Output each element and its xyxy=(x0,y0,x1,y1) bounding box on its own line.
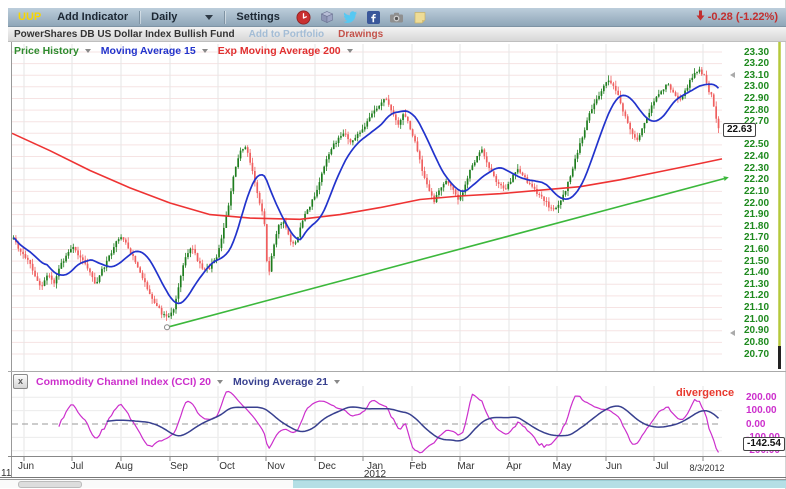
x-axis-month-label: Jan xyxy=(367,461,383,472)
axis-marker-icon xyxy=(730,72,735,78)
price-indicator-dropdown-label: Moving Average 15 xyxy=(101,45,196,57)
price-axis-label: 20.80 xyxy=(744,337,769,348)
price-axis-label: 21.20 xyxy=(744,290,769,301)
camera-icon[interactable] xyxy=(389,11,404,24)
price-axis-label: 21.00 xyxy=(744,314,769,325)
price-axis-label: 20.70 xyxy=(744,349,769,360)
notes-icon[interactable] xyxy=(413,10,427,24)
end-date-label: 8/3/2012 xyxy=(689,463,724,473)
chevron-down-icon xyxy=(217,380,223,384)
down-arrow-icon xyxy=(696,10,705,24)
panel-borders xyxy=(0,42,786,478)
price-indicator-dropdown[interactable]: Exp Moving Average 200 xyxy=(218,45,353,57)
cci-indicator-dropdown[interactable]: Commodity Channel Index (CCI) 20 xyxy=(36,376,223,388)
price-axis-label: 22.40 xyxy=(744,151,769,162)
symbol-info-bar: PowerShares DB US Dollar Index Bullish F… xyxy=(8,27,786,42)
x-axis-month-label: Jul xyxy=(656,461,669,472)
symbol-label[interactable]: UUP xyxy=(18,11,41,23)
price-axis-label: 21.10 xyxy=(744,302,769,313)
toolbar-icons xyxy=(296,10,427,25)
price-axis-label: 23.00 xyxy=(744,81,769,92)
cci-panel-header: x Commodity Channel Index (CCI) 20 Moving… xyxy=(13,374,350,389)
chevron-down-icon xyxy=(85,49,91,53)
x-axis-month-label: Sep xyxy=(170,461,188,472)
scrollbar-range[interactable] xyxy=(293,480,786,488)
price-axis-label: 21.60 xyxy=(744,244,769,255)
x-axis-month-label: Apr xyxy=(506,461,522,472)
price-axis-label: 21.30 xyxy=(744,279,769,290)
price-axis-label: 23.20 xyxy=(744,58,769,69)
price-change-text: -0.28 (-1.22%) xyxy=(708,11,778,23)
cube-icon[interactable] xyxy=(320,10,334,24)
price-axis-label: 23.30 xyxy=(744,47,769,58)
cci-indicator-dropdown[interactable]: Moving Average 21 xyxy=(233,376,340,388)
x-axis-month-label: Nov xyxy=(267,461,285,472)
x-axis-month-label: Feb xyxy=(409,461,426,472)
x-axis-month-label: Dec xyxy=(318,461,336,472)
price-axis-label: 21.70 xyxy=(744,232,769,243)
chart-canvas[interactable] xyxy=(0,42,786,479)
scrollbar-thumb[interactable] xyxy=(18,481,82,488)
cci-axis-label: 100.00 xyxy=(746,405,777,416)
gridlines xyxy=(12,44,722,461)
price-panel-header: Price History Moving Average 15 Exp Moving… xyxy=(14,45,363,57)
cci-indicator-dropdown-label: Commodity Channel Index (CCI) 20 xyxy=(36,376,211,388)
price-axis-label: 22.30 xyxy=(744,163,769,174)
x-axis-month-label: Jun xyxy=(606,461,622,472)
price-axis-label: 22.00 xyxy=(744,198,769,209)
cci-axis-label: 0.00 xyxy=(746,419,765,430)
twitter-icon[interactable] xyxy=(343,11,358,24)
chevron-down-icon[interactable] xyxy=(205,15,213,20)
time-scrollbar[interactable] xyxy=(0,479,786,488)
price-indicator-dropdown-label: Price History xyxy=(14,45,79,57)
drawings-link[interactable]: Drawings xyxy=(338,29,383,40)
main-toolbar: UUP Add Indicator Daily Settings -0.28 (… xyxy=(8,8,786,27)
cci-layer xyxy=(59,392,719,453)
price-axis-label: 22.90 xyxy=(744,93,769,104)
price-indicator-dropdown-label: Exp Moving Average 200 xyxy=(218,45,341,57)
cci-indicator-dropdown-label: Moving Average 21 xyxy=(233,376,328,388)
chevron-down-icon xyxy=(347,49,353,53)
price-axis-label: 21.80 xyxy=(744,221,769,232)
fund-name: PowerShares DB US Dollar Index Bullish F… xyxy=(14,29,235,40)
alerts-icon[interactable] xyxy=(296,10,311,25)
x-axis-month-label: May xyxy=(553,461,572,472)
overlay-lines xyxy=(12,84,722,303)
settings-button[interactable]: Settings xyxy=(236,11,279,23)
toolbar-separator xyxy=(224,11,225,24)
cci-axis-label: 200.00 xyxy=(746,392,777,403)
price-axis-label: 22.80 xyxy=(744,105,769,116)
cci-last-value-badge: -142.54 xyxy=(743,437,785,451)
stock-chart-app: UUP Add Indicator Daily Settings -0.28 (… xyxy=(0,0,786,489)
trendline-drawing[interactable] xyxy=(165,176,729,330)
price-indicator-dropdown[interactable]: Price History xyxy=(14,45,91,57)
x-axis-month-label: Aug xyxy=(115,461,133,472)
x-axis-month-label: Mar xyxy=(457,461,474,472)
axis-marker-icon xyxy=(730,330,735,336)
price-change-indicator: -0.28 (-1.22%) xyxy=(696,10,778,24)
price-axis-label: 21.40 xyxy=(744,267,769,278)
x-axis-month-label: Oct xyxy=(219,461,235,472)
price-axis-label: 22.20 xyxy=(744,174,769,185)
last-price-badge: 22.63 xyxy=(723,123,756,137)
chevron-down-icon xyxy=(334,380,340,384)
add-to-portfolio-link[interactable]: Add to Portfolio xyxy=(249,29,325,40)
price-indicator-dropdown[interactable]: Moving Average 15 xyxy=(101,45,208,57)
price-axis-label: 21.50 xyxy=(744,256,769,267)
x-axis-month-label: Jun xyxy=(18,461,34,472)
price-axis-label: 21.90 xyxy=(744,209,769,220)
close-panel-button[interactable]: x xyxy=(13,374,28,389)
year-partial-label: 11 xyxy=(1,468,11,479)
facebook-icon[interactable] xyxy=(367,11,380,24)
toolbar-separator xyxy=(139,11,140,24)
price-axis-label: 20.90 xyxy=(744,325,769,336)
interval-dropdown[interactable]: Daily xyxy=(151,11,177,23)
price-axis-label: 22.50 xyxy=(744,139,769,150)
price-axis-label: 23.10 xyxy=(744,70,769,81)
chevron-down-icon xyxy=(202,49,208,53)
divergence-annotation: divergence xyxy=(676,387,734,399)
x-axis-month-label: Jul xyxy=(71,461,84,472)
add-indicator-button[interactable]: Add Indicator xyxy=(57,11,128,23)
price-axis-label: 22.10 xyxy=(744,186,769,197)
